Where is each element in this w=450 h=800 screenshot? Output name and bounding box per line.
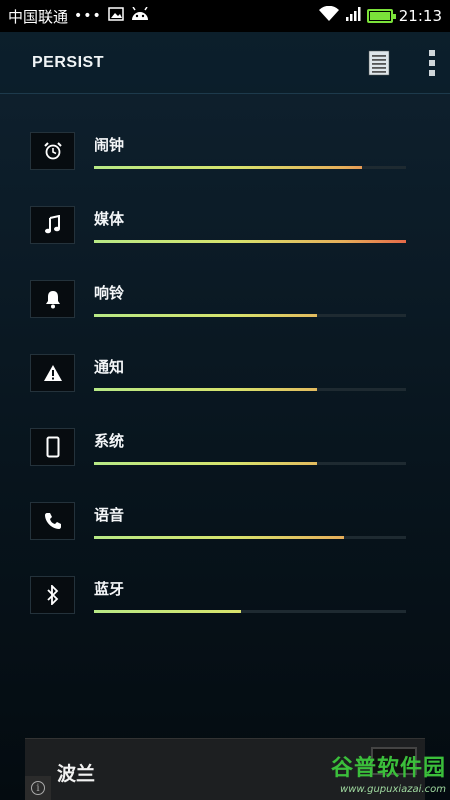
info-icon: i (31, 781, 45, 795)
volume-label: 响铃 (94, 284, 125, 302)
volume-label: 蓝牙 (94, 580, 125, 598)
volume-slider[interactable] (94, 610, 406, 613)
volume-row-media: 媒体 (0, 168, 450, 244)
bluetooth-icon (30, 576, 75, 614)
carrier-name: 中国联通 (8, 7, 69, 26)
volume-label: 系统 (94, 432, 125, 450)
action-bar: PERSIST (0, 32, 450, 94)
volume-label: 通知 (94, 358, 125, 376)
volume-label: 媒体 (94, 210, 125, 228)
volume-row-alarm: 闹钟 (0, 94, 450, 170)
volume-row-voice: 语音 (0, 464, 450, 540)
phone-handset-icon (30, 502, 75, 540)
volume-label: 语音 (94, 506, 125, 524)
app-title: PERSIST (32, 53, 104, 71)
overflow-menu-icon (429, 49, 435, 76)
warning-icon (30, 354, 75, 392)
overflow-menu-button[interactable] (414, 38, 450, 88)
info-button[interactable]: i (25, 776, 51, 800)
wifi-icon (318, 5, 339, 26)
volume-row-bluetooth: 蓝牙 (0, 538, 450, 614)
volume-row-system: 系统 (0, 390, 450, 466)
volume-slider-fill (94, 610, 241, 613)
watermark-url: www.gupuxiazai.com (340, 784, 446, 795)
image-notification-icon (108, 7, 124, 25)
bell-icon (30, 280, 75, 318)
alarm-icon (30, 132, 75, 170)
phone-device-icon (30, 428, 75, 466)
volume-row-notification: 通知 (0, 316, 450, 392)
watermark: 谷普软件园 www.gupuxiazai.com (310, 750, 446, 798)
status-bar: 中国联通 ••• 21:13 (0, 0, 450, 32)
list-icon (368, 50, 390, 75)
watermark-logo-text: 谷普软件园 (330, 756, 446, 781)
volume-label: 闹钟 (94, 136, 125, 154)
music-note-icon (30, 206, 75, 244)
toast-text: 波兰 (57, 763, 96, 785)
clock: 21:13 (398, 7, 442, 25)
battery-icon (366, 9, 396, 23)
android-icon (130, 6, 150, 25)
more-notifications-indicator: ••• (74, 8, 102, 24)
volume-row-ringer: 响铃 (0, 242, 450, 318)
list-button[interactable] (354, 38, 404, 88)
signal-icon (345, 7, 361, 25)
